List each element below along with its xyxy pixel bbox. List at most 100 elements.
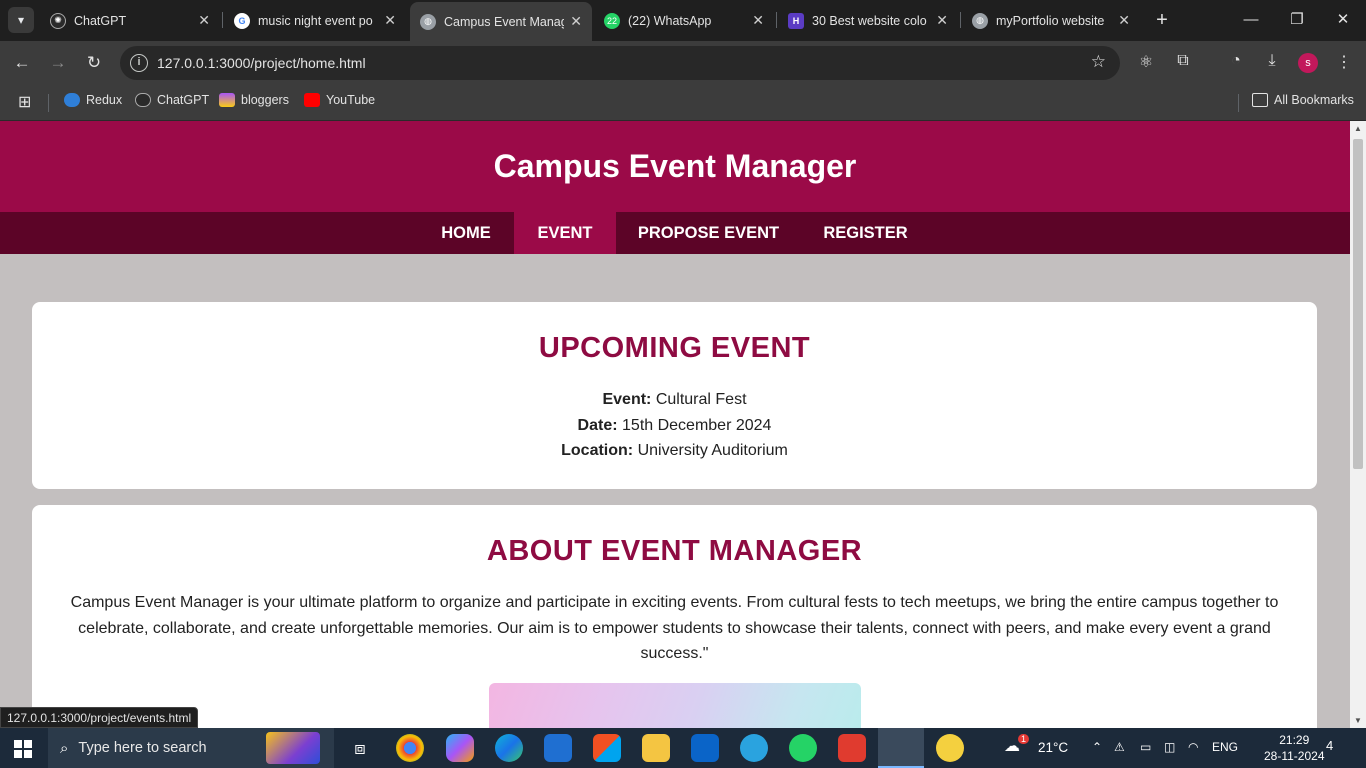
openai-icon: ✺ — [50, 12, 66, 29]
apps-grid-icon[interactable]: ⊞ — [18, 92, 31, 112]
close-icon[interactable]: ✕ — [936, 12, 948, 29]
upcoming-event-heading: UPCOMING EVENT — [538, 332, 811, 364]
close-icon[interactable]: ✕ — [752, 12, 764, 29]
notification-center-icon[interactable]: 4 — [1326, 738, 1344, 756]
windows-start-icon[interactable] — [14, 740, 32, 758]
wifi-icon[interactable]: ◠ — [1188, 740, 1198, 754]
network-warning-icon[interactable]: ⚠ — [1114, 740, 1125, 754]
whatsapp-icon: 22 — [604, 12, 620, 29]
tab-music-night[interactable]: G music night event po ✕ — [224, 4, 406, 37]
scrollbar-thumb[interactable] — [1353, 139, 1363, 469]
extensions-icon[interactable]: ⧉ — [1172, 52, 1194, 70]
close-icon[interactable]: ✕ — [570, 13, 582, 30]
minimize-icon: — — [1243, 11, 1259, 28]
chrome-icon[interactable] — [396, 734, 424, 762]
address-bar[interactable]: i 127.0.0.1:3000/project/home.html ☆ — [120, 46, 1120, 80]
nav-event[interactable]: EVENT — [514, 212, 616, 254]
performance-icon[interactable]: ◔ — [1225, 52, 1247, 70]
event-location-line: Location: University Auditorium — [32, 438, 1317, 464]
search-icon: ⌕ — [60, 739, 69, 757]
tab-campus-event-manager[interactable]: ◍ Campus Event Manag ✕ — [410, 2, 592, 41]
close-window-button[interactable]: ✕ — [1328, 6, 1358, 34]
close-icon[interactable]: ✕ — [1118, 12, 1130, 29]
wps-office-icon[interactable] — [838, 734, 866, 762]
react-devtools-icon[interactable]: ⚛ — [1135, 52, 1157, 72]
profile-avatar[interactable]: s — [1298, 53, 1318, 73]
norton-icon[interactable] — [936, 734, 964, 762]
copilot-icon[interactable] — [446, 734, 474, 762]
camera-icon[interactable]: ◫ — [1164, 740, 1175, 754]
bookmarks-divider — [48, 94, 49, 112]
bookmark-bloggers[interactable]: bloggers — [219, 93, 289, 107]
all-bookmarks[interactable]: All Bookmarks — [1252, 93, 1354, 107]
bookmark-star-icon[interactable]: ☆ — [1091, 52, 1106, 72]
url-text[interactable]: 127.0.0.1:3000/project/home.html — [157, 55, 366, 71]
bookmark-youtube[interactable]: YouTube — [304, 93, 375, 107]
chevron-down-icon: ▾ — [17, 13, 25, 27]
tab-divider — [776, 12, 777, 28]
battery-icon[interactable]: ▭ — [1140, 740, 1151, 754]
nav-propose-event[interactable]: PROPOSE EVENT — [616, 212, 801, 254]
task-view-icon[interactable]: ⧈ — [346, 734, 374, 762]
bookmark-redux[interactable]: Redux — [64, 93, 122, 107]
new-tab-button[interactable]: + — [1150, 8, 1174, 32]
tab-whatsapp[interactable]: 22 (22) WhatsApp ✕ — [594, 4, 774, 37]
page-scrollbar[interactable]: ▲ ▼ — [1350, 121, 1366, 728]
page-viewport: Campus Event Manager HOME EVENT PROPOSE … — [0, 121, 1350, 728]
menu-kebab-icon[interactable]: ⋮ — [1333, 52, 1355, 72]
temperature[interactable]: 21°C — [1038, 740, 1068, 755]
minimize-button[interactable]: — — [1236, 6, 1266, 34]
bookmark-chatgpt[interactable]: ChatGPT — [135, 93, 209, 107]
close-icon[interactable]: ✕ — [198, 12, 210, 29]
bookmark-label: Redux — [86, 93, 123, 107]
arrow-left-icon: ← — [13, 53, 31, 72]
system-clock[interactable]: 21:29 28-11-2024 — [1264, 732, 1325, 764]
google-icon: G — [234, 12, 250, 29]
outlook-icon[interactable] — [691, 734, 719, 762]
close-icon[interactable]: ✕ — [384, 12, 396, 29]
openai-icon — [135, 93, 151, 107]
site-title: Campus Event Manager — [493, 148, 857, 184]
site-nav: HOME EVENT PROPOSE EVENT REGISTER — [0, 212, 1350, 254]
tab-website-colors[interactable]: H 30 Best website colo ✕ — [778, 4, 958, 37]
site-info-icon[interactable]: i — [130, 54, 148, 72]
cloud-icon — [64, 93, 80, 107]
tab-title: myPortfolio website — [996, 13, 1105, 28]
tab-strip: ▾ ✺ ChatGPT ✕ G music night event po ✕ ◍… — [0, 0, 1366, 41]
event-banner-image — [489, 683, 861, 728]
tab-chatgpt[interactable]: ✺ ChatGPT ✕ — [40, 4, 220, 37]
tab-search-button[interactable]: ▾ — [8, 7, 34, 33]
restore-button[interactable]: ❐ — [1282, 6, 1312, 34]
clock-date: 28-11-2024 — [1264, 749, 1325, 763]
weather-badge: 1 — [1018, 734, 1030, 744]
event-value: Cultural Fest — [655, 391, 747, 408]
download-icon[interactable]: ⤓ — [1261, 52, 1283, 70]
chevron-up-icon[interactable]: ⌃ — [1092, 740, 1102, 754]
upcoming-event-card: UPCOMING EVENT Event: Cultural Fest Date… — [32, 302, 1317, 489]
vscode-icon[interactable] — [544, 734, 572, 762]
globe-icon: ◍ — [420, 13, 436, 30]
chrome-active-icon[interactable] — [878, 728, 924, 768]
clock-time: 21:29 — [1279, 733, 1310, 747]
edge-icon[interactable] — [495, 734, 523, 762]
nav-home[interactable]: HOME — [418, 212, 514, 254]
tab-portfolio[interactable]: ◍ myPortfolio website ✕ — [962, 4, 1140, 37]
taskbar-search[interactable]: ⌕ Type here to search — [48, 728, 334, 768]
nav-register[interactable]: REGISTER — [801, 212, 930, 254]
file-explorer-icon[interactable] — [642, 734, 670, 762]
reload-icon: ↻ — [86, 53, 102, 72]
vite-icon — [219, 93, 235, 107]
scroll-up-icon[interactable]: ▲ — [1350, 124, 1366, 133]
whatsapp-app-icon[interactable] — [789, 734, 817, 762]
scroll-down-icon[interactable]: ▼ — [1350, 716, 1366, 725]
bookmark-label: ChatGPT — [157, 93, 210, 107]
store-icon[interactable] — [593, 734, 621, 762]
about-card: ABOUT EVENT MANAGER Campus Event Manager… — [32, 505, 1317, 728]
reload-button[interactable]: ↻ — [82, 51, 106, 75]
forward-button[interactable]: → — [46, 51, 70, 75]
folder-icon — [1252, 93, 1268, 107]
telegram-icon[interactable] — [740, 734, 768, 762]
language-indicator[interactable]: ENG — [1212, 740, 1238, 754]
back-button[interactable]: ← — [10, 51, 34, 75]
site-header: Campus Event Manager — [0, 121, 1350, 212]
